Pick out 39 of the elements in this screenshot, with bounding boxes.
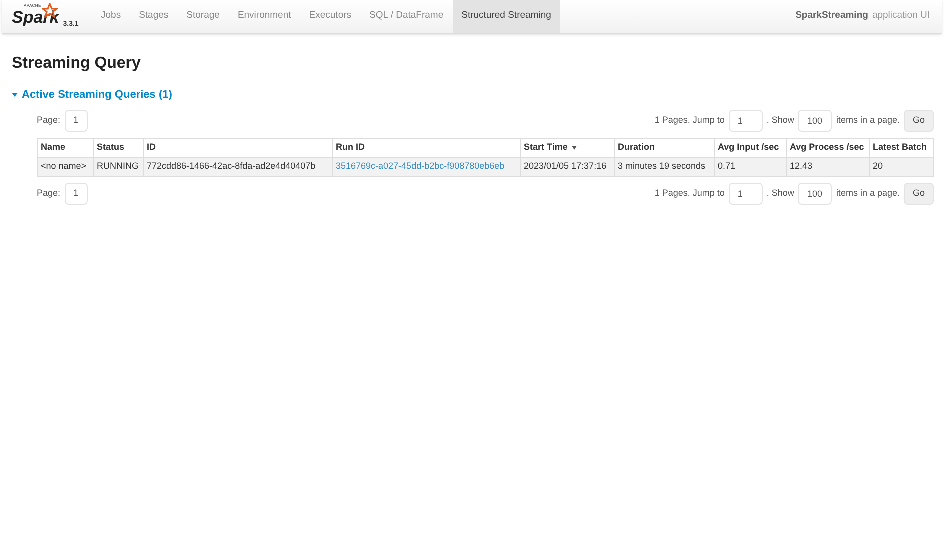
caret-icon: [12, 92, 18, 98]
show-label: . Show: [766, 186, 794, 200]
pages-text: 1 Pages. Jump to: [654, 114, 725, 127]
column-header[interactable]: Name: [38, 138, 94, 157]
jump-field[interactable]: 1: [728, 182, 763, 204]
page-label: Page:: [37, 186, 61, 200]
table-cell: 772cdd86-1466-42ac-8fda-ad2e4d40407b: [147, 160, 316, 171]
nav-tab[interactable]: Structured Streaming: [452, 0, 560, 33]
pages-text: 1 Pages. Jump to: [654, 186, 725, 200]
table-cell: 3 minutes 19 seconds: [618, 160, 706, 171]
show-label: . Show: [766, 114, 794, 127]
page-link[interactable]: 1: [64, 182, 88, 204]
column-header[interactable]: Status: [94, 138, 144, 157]
table-cell: 0.71: [718, 160, 736, 171]
column-header[interactable]: Latest Batch: [870, 138, 934, 157]
table-cell: 2023/01/05 17:37:16: [524, 160, 607, 171]
page-title: Streaming Query: [11, 54, 142, 74]
page-link[interactable]: 1: [64, 110, 88, 132]
column-header[interactable]: Start Time: [520, 138, 614, 157]
table-cell: 12.43: [790, 160, 813, 171]
items-label: items in a page.: [836, 186, 900, 200]
column-header[interactable]: Run ID: [332, 138, 520, 157]
jump-field[interactable]: 1: [728, 110, 763, 132]
go-button[interactable]: Go: [904, 182, 934, 204]
column-header[interactable]: ID: [144, 138, 332, 157]
app-name: SparkStreaming: [796, 9, 868, 24]
table-cell: RUNNING: [97, 160, 139, 171]
table-cell: <no name>: [41, 160, 87, 171]
go-button[interactable]: Go: [904, 110, 934, 132]
page-label: Page:: [37, 114, 61, 127]
column-header[interactable]: Duration: [614, 138, 714, 157]
page-size-field[interactable]: 100: [798, 110, 832, 132]
items-label: items in a page.: [836, 114, 900, 127]
section-header[interactable]: Active Streaming Queries (1): [0, 87, 944, 104]
table-cell: 20: [873, 160, 884, 171]
app-suffix: application UI: [872, 9, 930, 24]
column-header[interactable]: Avg Process /sec: [786, 138, 870, 157]
page-size-field[interactable]: 100: [798, 182, 832, 204]
column-header[interactable]: Avg Input /sec: [714, 138, 786, 157]
